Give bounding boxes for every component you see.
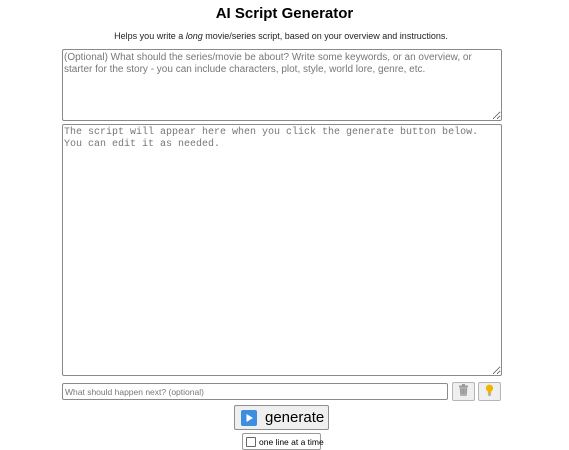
clear-button[interactable] — [452, 382, 475, 401]
one-line-toggle[interactable]: one line at a time — [242, 433, 324, 450]
lightbulb-icon — [485, 383, 494, 401]
subtitle-emphasis: long — [185, 31, 203, 41]
subtitle-text-end: movie/series script, based on your overv… — [202, 31, 448, 41]
hint-button[interactable] — [478, 382, 501, 401]
next-instruction-input[interactable] — [62, 383, 448, 400]
page-title: AI Script Generator — [215, 5, 354, 22]
one-line-label: one line at a time — [259, 436, 324, 447]
one-line-checkbox[interactable] — [246, 436, 256, 447]
generate-button-label: generate — [265, 408, 325, 426]
generate-button[interactable]: generate — [234, 405, 329, 430]
page-subtitle: Helps you write a long movie/series scri… — [0, 31, 562, 42]
overview-textarea[interactable] — [62, 49, 502, 121]
play-icon — [241, 409, 257, 426]
subtitle-text-start: Helps you write a — [114, 31, 186, 41]
trash-icon — [458, 383, 469, 401]
script-textarea[interactable] — [62, 124, 502, 376]
